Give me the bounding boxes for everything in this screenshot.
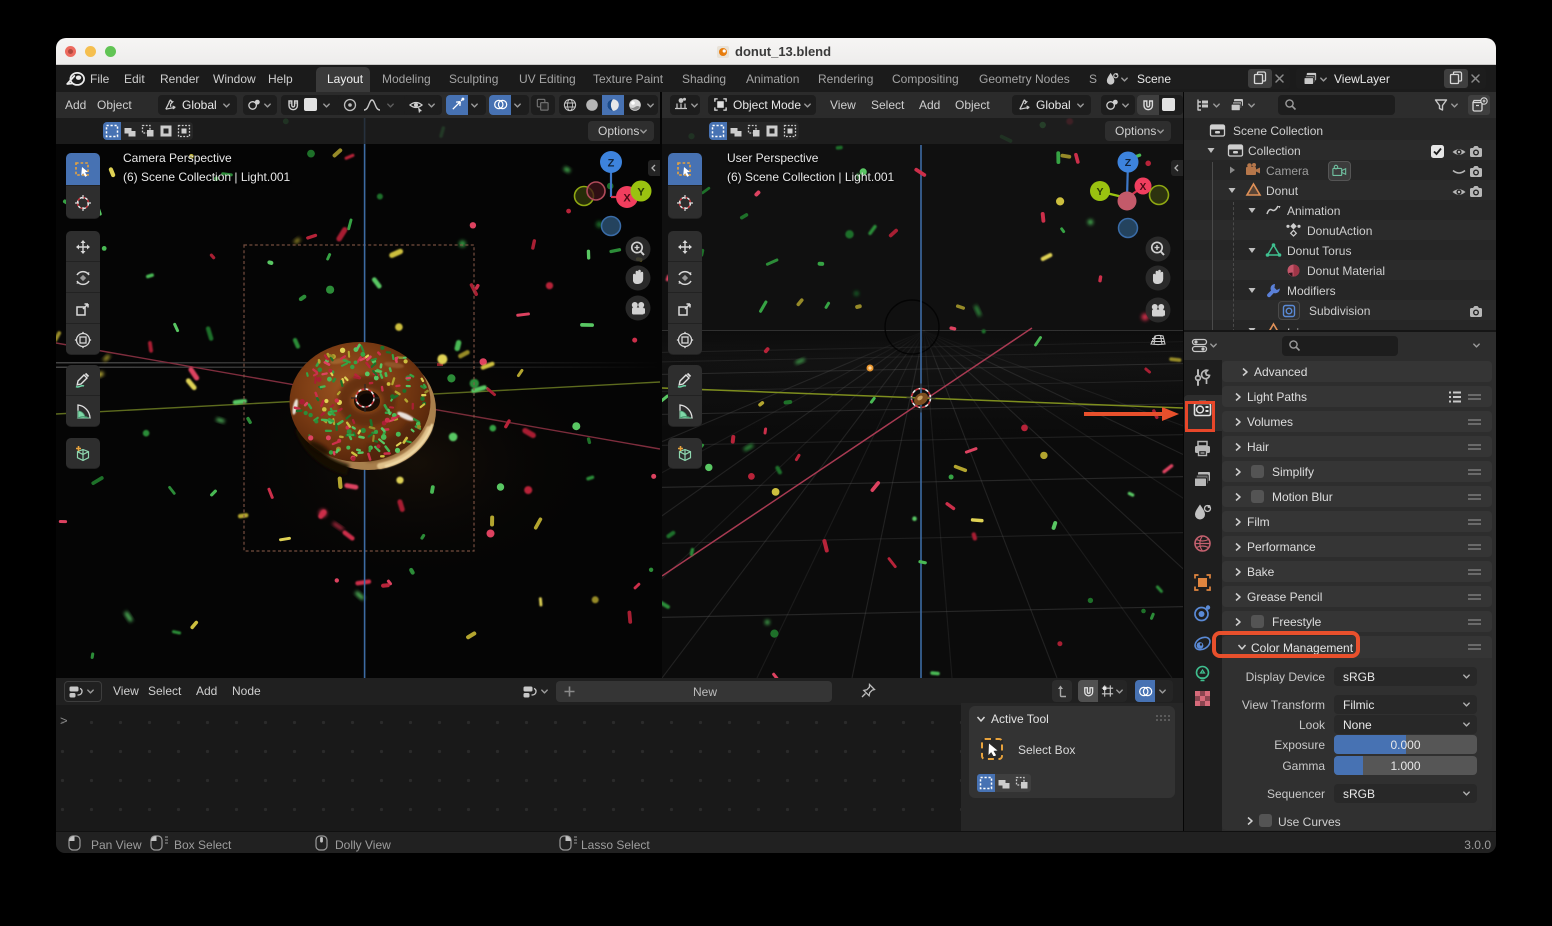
svg-text:Y: Y — [1096, 186, 1103, 198]
svg-text:Z: Z — [1125, 157, 1132, 169]
svg-text:Z: Z — [608, 158, 615, 170]
svg-text:X: X — [1140, 182, 1147, 193]
svg-text:Y: Y — [637, 187, 645, 199]
svg-text:X: X — [623, 193, 631, 205]
